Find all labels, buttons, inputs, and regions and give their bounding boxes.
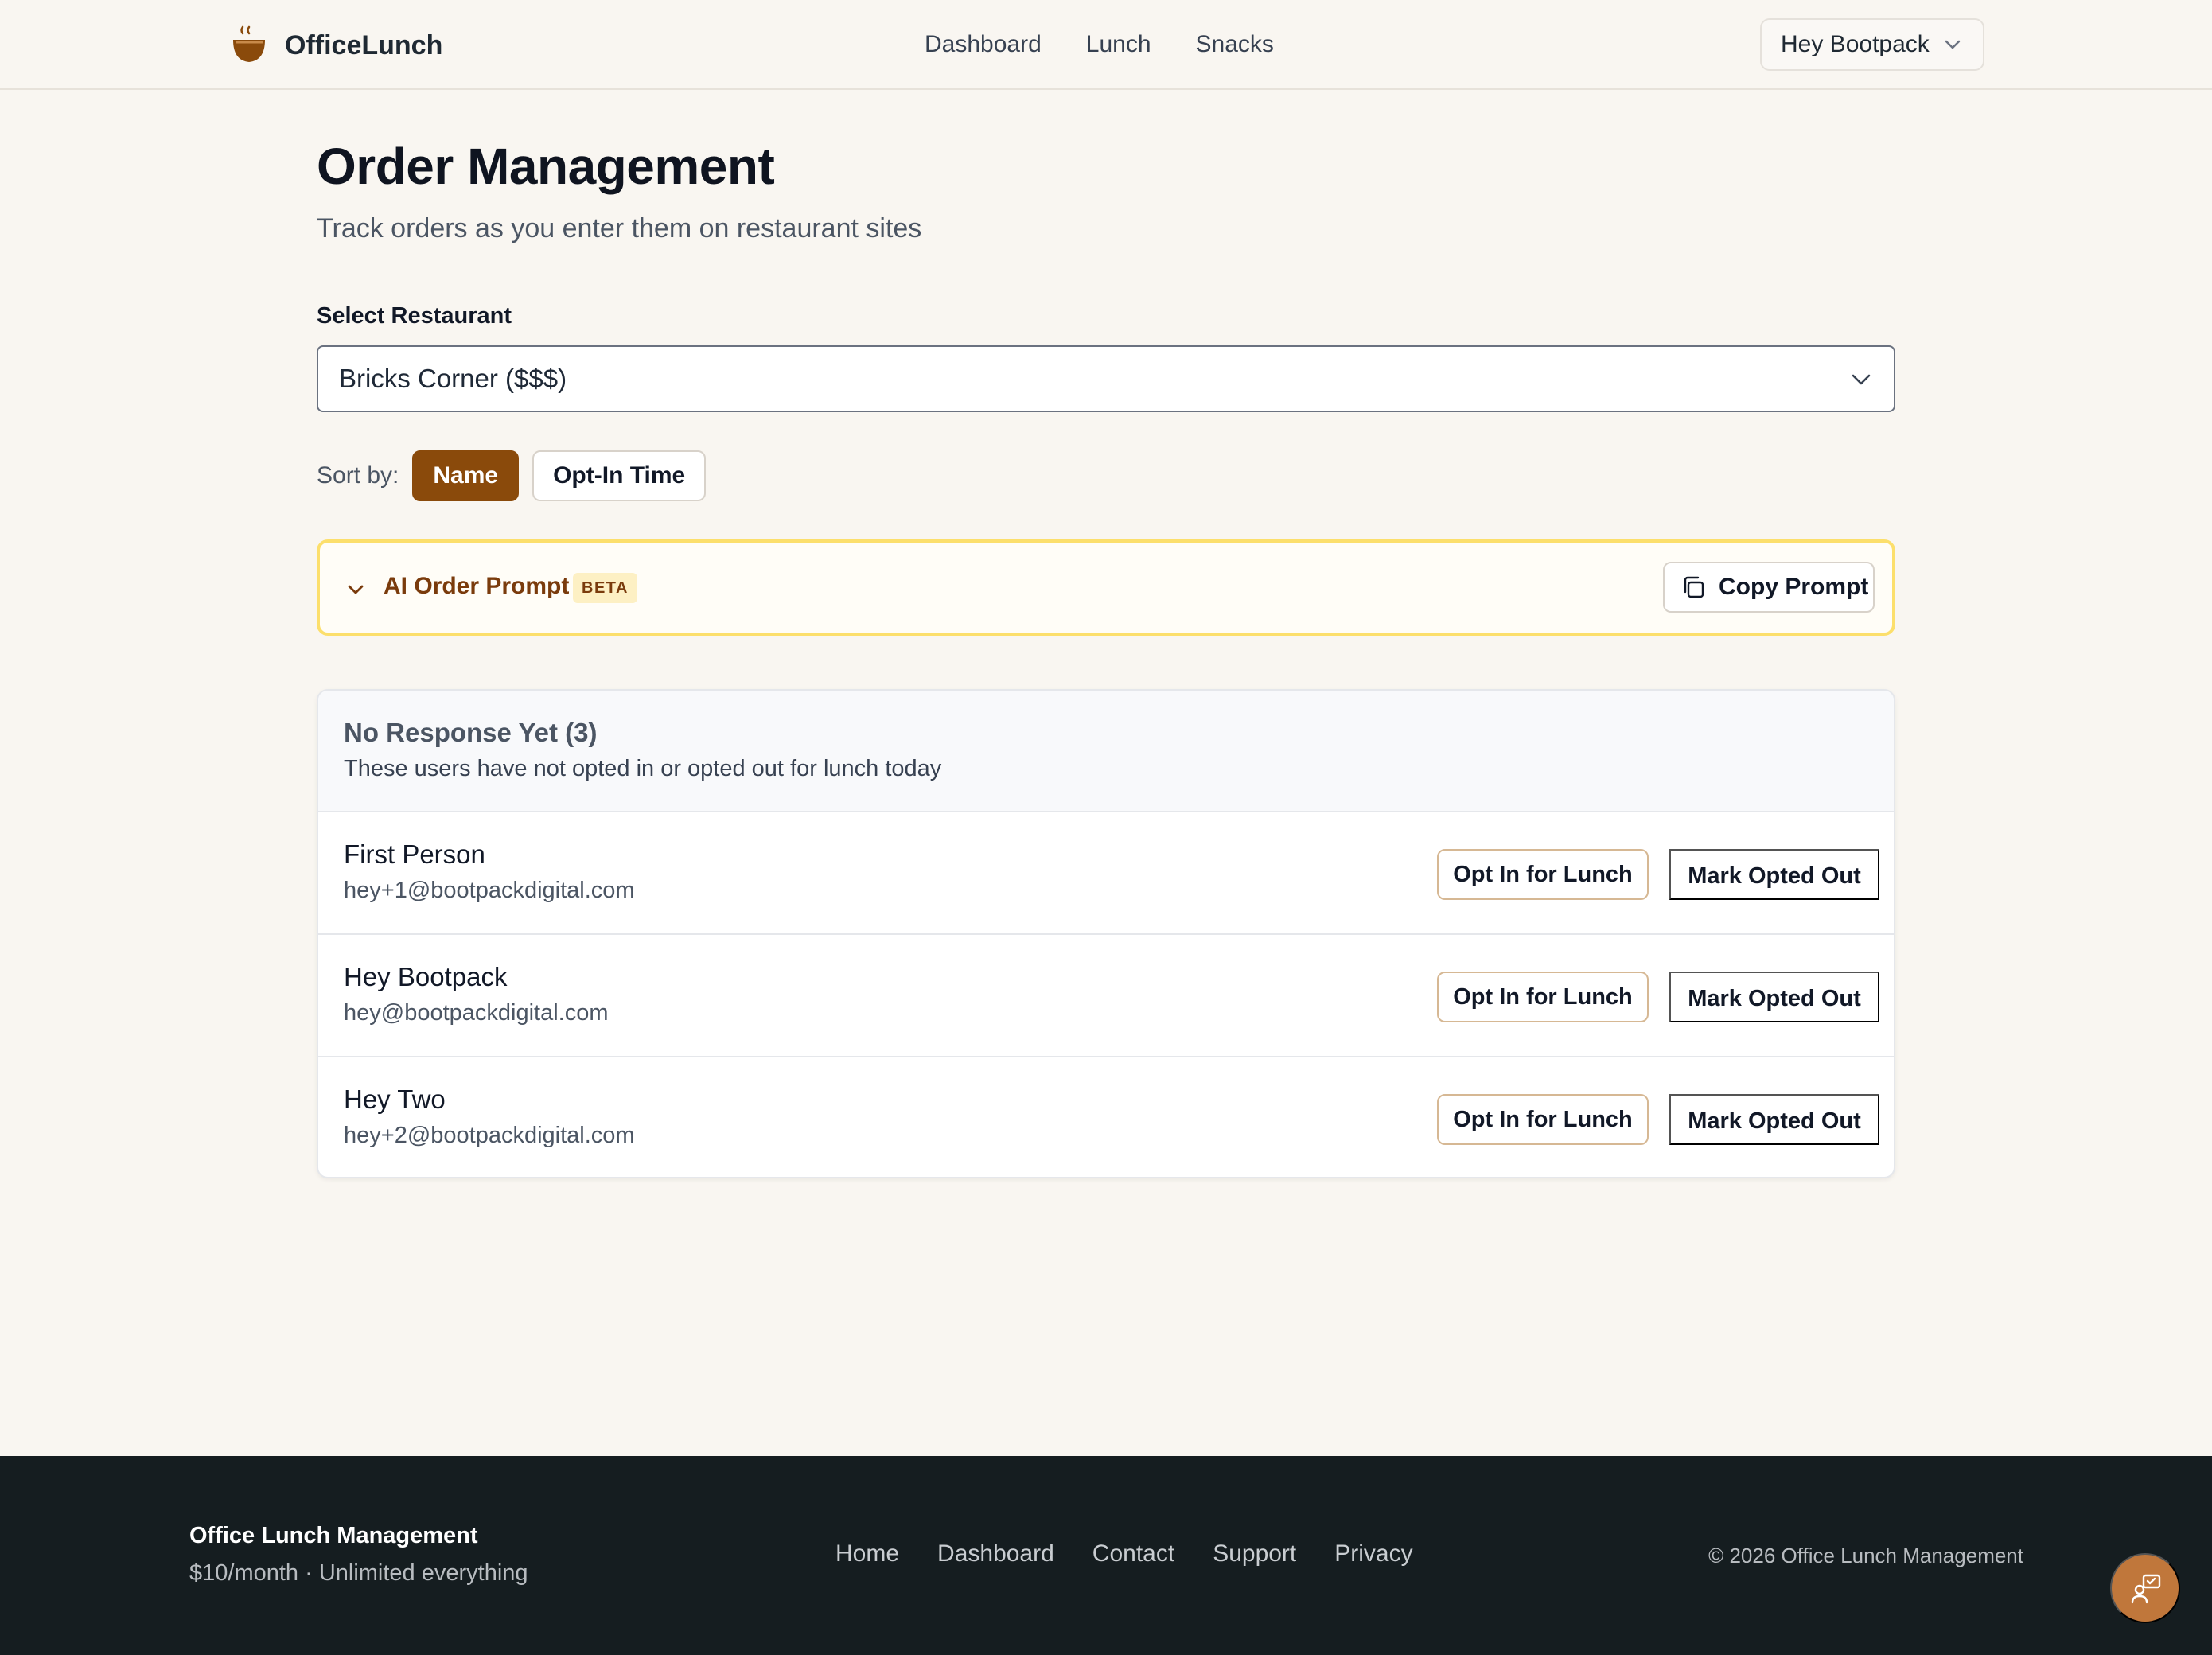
copy-prompt-label: Copy Prompt [1719, 574, 1869, 600]
opt-in-for-lunch-button[interactable]: Opt In for Lunch [1437, 849, 1649, 900]
no-response-card: No Response Yet (3) These users have not… [317, 689, 1895, 1178]
sort-by-opt-in-time-button[interactable]: Opt-In Time [532, 450, 707, 501]
feedback-chat-icon [2131, 1574, 2161, 1604]
copy-icon [1684, 576, 1704, 598]
nav-link-lunch[interactable]: Lunch [1086, 24, 1151, 65]
user-row: Hey Bootpack hey@bootpackdigital.com Opt… [318, 935, 1894, 1057]
beta-badge: BETA [573, 573, 637, 603]
opt-in-for-lunch-button[interactable]: Opt In for Lunch [1437, 972, 1649, 1022]
user-menu-button[interactable]: Hey Bootpack [1760, 18, 1984, 71]
footer-link-dashboard[interactable]: Dashboard [937, 1540, 1054, 1567]
chevron-down-icon [1945, 40, 1961, 49]
opt-in-for-lunch-button[interactable]: Opt In for Lunch [1437, 1094, 1649, 1145]
user-row: First Person hey+1@bootpackdigital.com O… [318, 812, 1894, 935]
mark-opted-out-button[interactable]: Mark Opted Out [1669, 1094, 1879, 1145]
sort-label: Sort by: [317, 462, 399, 489]
user-menu-label: Hey Bootpack [1781, 31, 1930, 57]
user-email: hey+1@bootpackdigital.com [344, 878, 635, 903]
nav-link-snacks[interactable]: Snacks [1196, 24, 1274, 65]
footer-link-support[interactable]: Support [1213, 1540, 1296, 1567]
main-nav: Dashboard Lunch Snacks [925, 24, 1274, 65]
mark-opted-out-button[interactable]: Mark Opted Out [1669, 972, 1879, 1022]
brand-name: OfficeLunch [285, 29, 443, 60]
feedback-chat-button[interactable] [2110, 1553, 2180, 1623]
footer-copyright: © 2026 Office Lunch Management [1708, 1544, 2023, 1567]
user-name: Hey Two [344, 1085, 446, 1114]
ai-order-prompt-toggle[interactable]: AI Order Prompt [384, 573, 569, 600]
sort-by-name-button[interactable]: Name [412, 450, 520, 501]
footer-link-contact[interactable]: Contact [1092, 1540, 1174, 1567]
ai-order-prompt-panel: AI Order Prompt BETA Copy Prompt [317, 539, 1895, 636]
site-footer: Office Lunch Management $10/month · Unli… [0, 1456, 2212, 1655]
no-response-header: No Response Yet (3) These users have not… [318, 691, 1894, 812]
user-email: hey+2@bootpackdigital.com [344, 1123, 635, 1148]
copy-prompt-button[interactable]: Copy Prompt [1663, 562, 1875, 613]
footer-link-home[interactable]: Home [835, 1540, 899, 1567]
user-name: Hey Bootpack [344, 962, 508, 991]
sort-controls: Sort by: Name Opt-In Time [317, 450, 707, 501]
footer-link-privacy[interactable]: Privacy [1334, 1540, 1412, 1567]
restaurant-select-value: Bricks Corner ($$$) [339, 364, 567, 393]
page-title: Order Management [317, 138, 775, 195]
no-response-description: These users have not opted in or opted o… [344, 756, 942, 781]
user-row: Hey Two hey+2@bootpackdigital.com Opt In… [318, 1057, 1894, 1177]
restaurant-select-label: Select Restaurant [317, 303, 512, 329]
no-response-title: No Response Yet (3) [344, 718, 598, 747]
footer-title: Office Lunch Management [189, 1523, 478, 1548]
chevron-down-icon [1852, 374, 1871, 385]
footer-nav: Home Dashboard Contact Support Privacy [835, 1540, 1413, 1567]
restaurant-select[interactable]: Bricks Corner ($$$) [317, 345, 1895, 412]
footer-tagline: $10/month · Unlimited everything [189, 1560, 528, 1586]
chevron-down-icon[interactable] [347, 584, 364, 595]
page-subtitle: Track orders as you enter them on restau… [317, 213, 922, 243]
user-email: hey@bootpackdigital.com [344, 1000, 609, 1026]
brand-link[interactable]: OfficeLunch [231, 18, 442, 73]
top-navbar: OfficeLunch Dashboard Lunch Snacks Hey B… [0, 0, 2212, 90]
user-name: First Person [344, 839, 485, 869]
nav-link-dashboard[interactable]: Dashboard [925, 24, 1042, 65]
mark-opted-out-button[interactable]: Mark Opted Out [1669, 849, 1879, 900]
coffee-bowl-icon [233, 25, 265, 62]
